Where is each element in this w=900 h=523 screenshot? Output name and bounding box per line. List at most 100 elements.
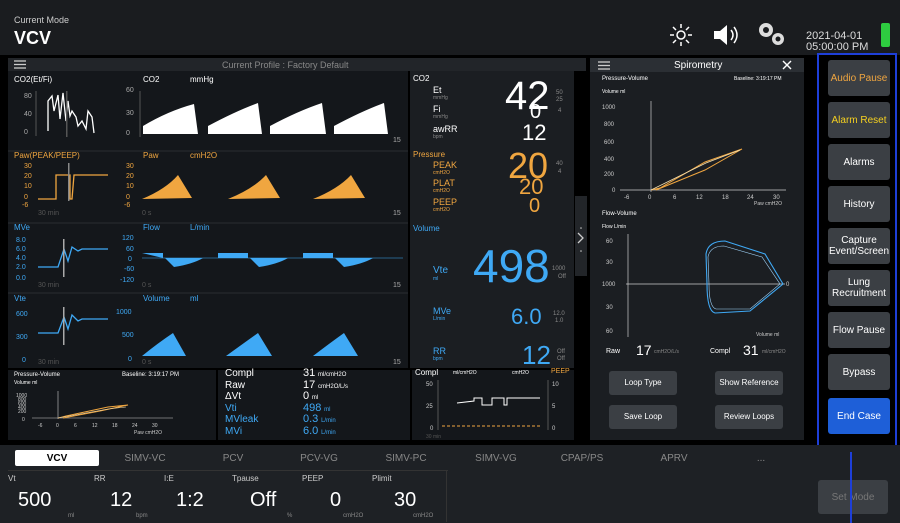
svg-text:300: 300 (16, 334, 28, 341)
settings-divider (446, 470, 447, 522)
show-reference-button[interactable]: Show Reference (715, 371, 783, 395)
flow-pause-button[interactable]: Flow Pause (828, 312, 890, 348)
svg-text:6: 6 (74, 423, 77, 429)
current-mode-caption: Current Mode (14, 15, 70, 25)
tab-more[interactable]: ... (726, 453, 796, 464)
pressure-numeric-label: Pressure (413, 150, 446, 159)
spiro-menu-icon[interactable] (598, 61, 610, 70)
vte-low-limit: Off (558, 274, 566, 280)
svg-text:-6: -6 (22, 202, 28, 209)
svg-text:30: 30 (126, 110, 134, 117)
svg-text:50: 50 (426, 382, 433, 388)
svg-text:120: 120 (122, 235, 134, 242)
tab-simv-vg[interactable]: SIMV-VG (461, 453, 531, 464)
svg-text:-6: -6 (38, 423, 43, 429)
svg-text:1000: 1000 (116, 309, 132, 316)
svg-text:0: 0 (786, 282, 790, 288)
svg-text:0: 0 (430, 426, 434, 432)
alarm-reset-button[interactable]: Alarm Reset (828, 102, 890, 138)
tab-simv-vc[interactable]: SIMV-VC (110, 453, 180, 464)
svg-text:0: 0 (56, 423, 59, 429)
selection-indicator-line (850, 452, 852, 523)
tab-cpap-ps[interactable]: CPAP/PS (547, 453, 617, 464)
svg-text:18: 18 (112, 423, 118, 429)
awrr-label: awRR (433, 124, 458, 134)
co2-trend-label: CO2(Et/Fi) (14, 75, 53, 84)
setting-peep-unit: cmH2O (343, 513, 364, 519)
awrr-unit: bpm (433, 134, 443, 140)
chevron-right-icon[interactable] (577, 225, 585, 255)
svg-text:60: 60 (126, 246, 134, 253)
spiro-raw-label: Raw (606, 348, 621, 355)
pv-loop-baseline: Baseline: 3:19:17 PM (734, 76, 782, 82)
volume-icon[interactable] (712, 23, 742, 47)
vte-trend-label: Vte (14, 294, 27, 303)
audio-pause-button[interactable]: Audio Pause (828, 60, 890, 96)
mve-value: 6.0 (511, 304, 542, 329)
rr-high-limit: Off (557, 349, 565, 355)
volume-wave-label: Volume (143, 294, 170, 303)
svg-text:1000: 1000 (602, 282, 616, 288)
svg-text:0: 0 (126, 194, 130, 201)
fi-high-limit: 4 (558, 108, 562, 114)
setting-plimit-value[interactable]: 30 (394, 489, 416, 512)
et-label: Et (433, 85, 442, 95)
mini-loop-baseline: Baseline: 3:19:17 PM (122, 372, 180, 378)
fv-loop-title: Flow-Volume (602, 211, 637, 217)
capture-event-button[interactable]: Capture Event/Screen (828, 228, 890, 264)
svg-text:0: 0 (24, 129, 28, 136)
mve-low-limit: 1.0 (555, 318, 564, 324)
volume-wave-unit: ml (190, 294, 199, 303)
set-mode-button[interactable]: Set Mode (818, 480, 888, 514)
svg-text:30 min: 30 min (38, 210, 59, 217)
save-loop-button[interactable]: Save Loop (609, 405, 677, 429)
current-mode[interactable]: VCV (14, 28, 51, 49)
history-button[interactable]: History (828, 186, 890, 222)
spiro-raw-unit: cmH2O/L/s (654, 349, 680, 355)
paw-wave-label: Paw (143, 151, 159, 160)
rr-unit: bpm (433, 356, 443, 362)
menu-icon[interactable] (14, 60, 26, 69)
tab-simv-pc[interactable]: SIMV-PC (371, 453, 441, 464)
rr-low-limit: Off (557, 356, 565, 362)
review-loops-button[interactable]: Review Loops (715, 405, 783, 429)
tab-aprv[interactable]: APRV (639, 453, 709, 464)
loop-type-button[interactable]: Loop Type (609, 371, 677, 395)
close-icon[interactable] (782, 60, 792, 70)
mech-row: Raw 17 cmH2O/L/s (225, 378, 349, 391)
svg-text:20: 20 (126, 173, 134, 180)
alarms-button[interactable]: Alarms (828, 144, 890, 180)
end-case-button[interactable]: End Case (828, 398, 890, 434)
svg-text:30 min: 30 min (38, 359, 59, 366)
tab-vcv[interactable]: VCV (15, 453, 99, 464)
volume-numeric-label: Volume (413, 224, 440, 233)
tab-pcv[interactable]: PCV (198, 453, 268, 464)
brightness-icon[interactable] (668, 24, 694, 46)
tab-pcv-vg[interactable]: PCV-VG (284, 453, 354, 464)
peep-unit: cmH2O (433, 207, 450, 213)
et-low-limit: 25 (556, 97, 563, 103)
mech-row: MVleak 0.3 L/min (225, 413, 336, 425)
bypass-button[interactable]: Bypass (828, 354, 890, 390)
setting-vt-value[interactable]: 500 (18, 489, 51, 512)
svg-text:600: 600 (16, 311, 28, 318)
rr-label: RR (433, 346, 446, 356)
lung-recruitment-button[interactable]: Lung Recruitment (828, 270, 890, 306)
svg-text:0 s: 0 s (142, 210, 152, 217)
svg-text:Volume ml: Volume ml (756, 332, 779, 338)
setting-rr-value[interactable]: 12 (110, 489, 132, 512)
mech-row: MVi 6.0 L/min (225, 424, 336, 437)
svg-text:0 s: 0 s (142, 359, 152, 366)
setting-rr-label: RR (94, 474, 106, 483)
svg-text:15: 15 (393, 359, 401, 366)
setting-tpause-value[interactable]: Off (250, 489, 276, 512)
mech-row: ΔVt 0 ml (225, 390, 319, 402)
settings-gears-icon[interactable] (755, 20, 787, 48)
setting-peep-value[interactable]: 0 (330, 489, 341, 512)
setting-ie-value[interactable]: 1:2 (176, 489, 204, 512)
waveforms: 80400 60300 15 3020100-6 3020100-6 30 mi… (8, 87, 408, 366)
compl-trend-title: Compl (415, 368, 439, 377)
mve-unit: L/min (433, 316, 446, 322)
svg-text:60: 60 (606, 329, 613, 335)
svg-text:0: 0 (128, 356, 132, 363)
